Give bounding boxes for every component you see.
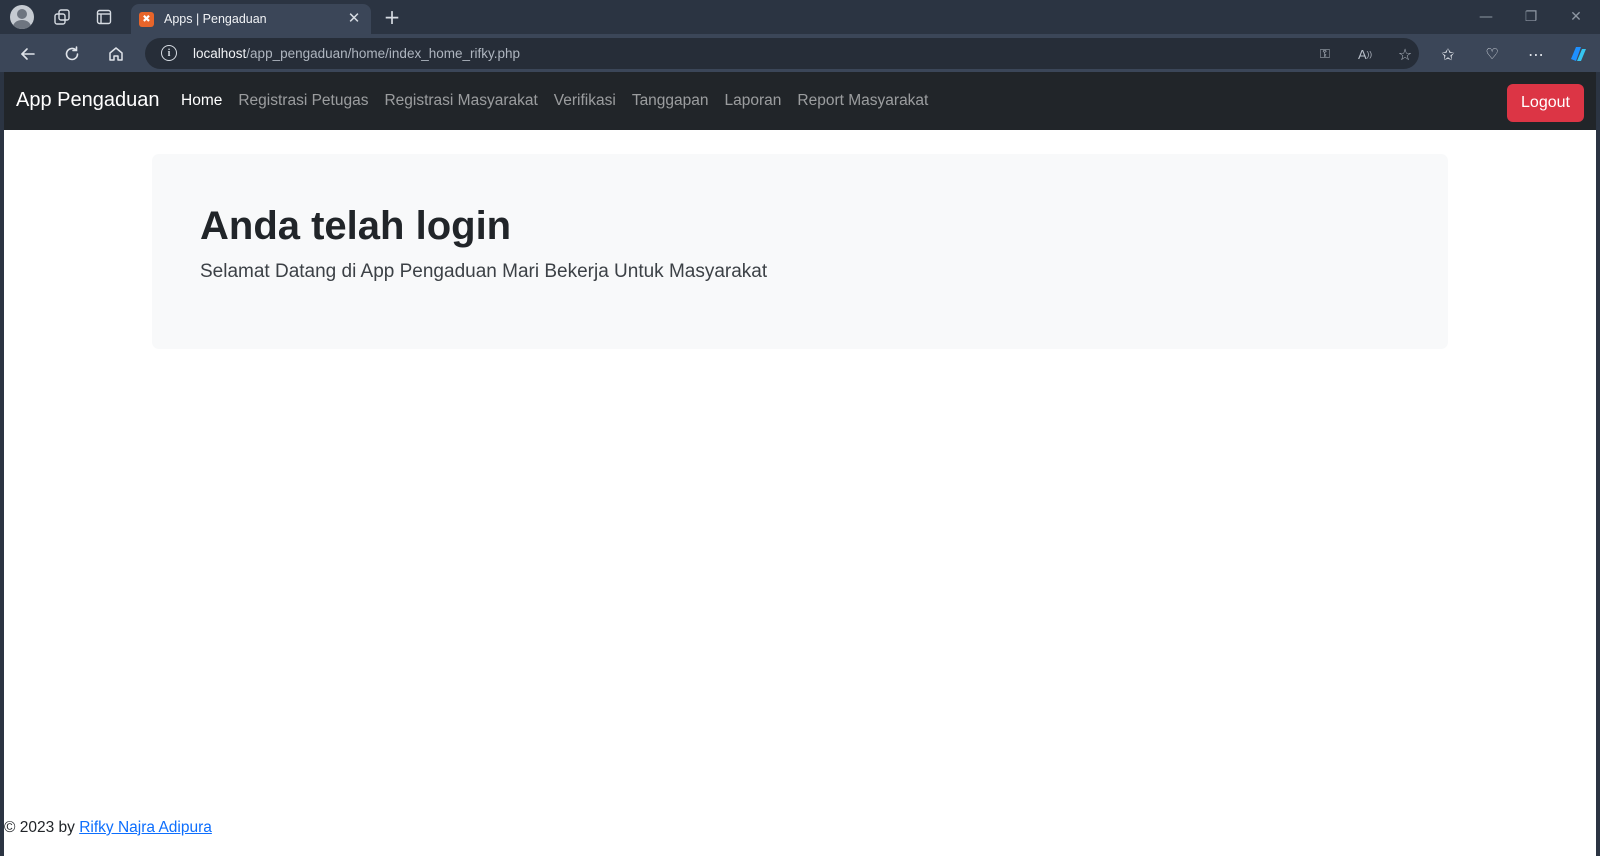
read-aloud-icon[interactable]: A)) <box>1355 44 1375 64</box>
home-icon[interactable] <box>102 40 130 68</box>
nav-home[interactable]: Home <box>181 92 222 110</box>
page-viewport: App Pengaduan Home Registrasi Petugas Re… <box>4 72 1596 856</box>
vertical-tabs-icon[interactable] <box>92 6 116 28</box>
password-key-icon[interactable]: ⚿ <box>1315 44 1335 64</box>
nav-registrasi-petugas[interactable]: Registrasi Petugas <box>238 92 368 110</box>
footer-author-link[interactable]: Rifky Najra Adipura <box>79 819 212 836</box>
new-tab-icon[interactable]: + <box>381 5 403 29</box>
tab-title: Apps | Pengaduan <box>164 12 267 26</box>
welcome-jumbotron: Anda telah login Selamat Datang di App P… <box>152 154 1448 349</box>
tab-close-icon[interactable]: ✕ <box>345 9 363 27</box>
workspaces-icon[interactable] <box>50 6 74 28</box>
nav-tanggapan[interactable]: Tanggapan <box>632 92 709 110</box>
site-info-icon[interactable]: i <box>161 45 177 61</box>
restore-icon[interactable]: ❐ <box>1516 4 1546 30</box>
active-tab[interactable]: ✖ Apps | Pengaduan ✕ <box>131 4 371 34</box>
copilot-icon[interactable] <box>1564 40 1592 68</box>
browser-toolbar: i localhost/app_pengaduan/home/index_hom… <box>0 34 1600 72</box>
welcome-lead: Selamat Datang di App Pengaduan Mari Bek… <box>200 261 768 282</box>
back-arrow-icon[interactable] <box>14 40 42 68</box>
browser-essentials-icon[interactable]: ♡ <box>1478 40 1506 68</box>
footer: © 2023 by Rifky Najra Adipura <box>4 819 212 837</box>
xampp-favicon-icon: ✖ <box>139 12 154 27</box>
close-window-icon[interactable]: ✕ <box>1561 4 1591 30</box>
nav-laporan[interactable]: Laporan <box>725 92 782 110</box>
app-navbar: App Pengaduan Home Registrasi Petugas Re… <box>4 72 1596 130</box>
nav-links: Home Registrasi Petugas Registrasi Masya… <box>181 92 928 110</box>
nav-registrasi-masyarakat[interactable]: Registrasi Masyarakat <box>384 92 537 110</box>
footer-copyright: © 2023 by <box>4 819 80 836</box>
browser-tab-strip: ✖ Apps | Pengaduan ✕ + — ❐ ✕ <box>0 0 1600 34</box>
page-title: Anda telah login <box>200 204 512 248</box>
nav-report-masyarakat[interactable]: Report Masyarakat <box>797 92 928 110</box>
minimize-icon[interactable]: — <box>1471 4 1501 30</box>
logout-button[interactable]: Logout <box>1507 84 1584 122</box>
profile-avatar-icon[interactable] <box>10 5 34 29</box>
favorite-star-icon[interactable]: ☆ <box>1395 44 1415 64</box>
url-text[interactable]: localhost/app_pengaduan/home/index_home_… <box>193 46 520 61</box>
nav-verifikasi[interactable]: Verifikasi <box>554 92 616 110</box>
favorites-list-icon[interactable]: ✩ <box>1434 40 1462 68</box>
navbar-brand[interactable]: App Pengaduan <box>16 89 159 112</box>
address-bar[interactable]: i localhost/app_pengaduan/home/index_hom… <box>145 38 1419 69</box>
more-menu-icon[interactable]: ⋯ <box>1522 40 1550 68</box>
refresh-icon[interactable] <box>58 40 86 68</box>
